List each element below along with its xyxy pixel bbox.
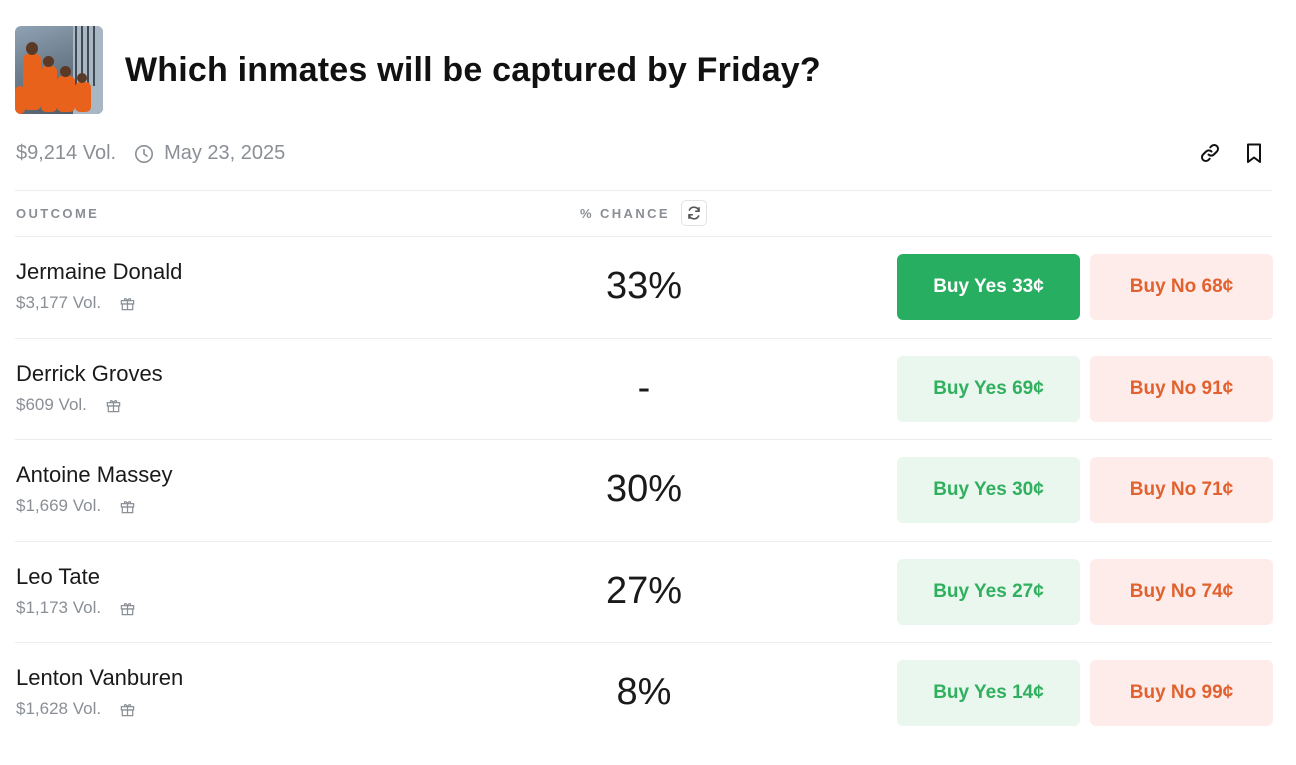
chance-column-header: % CHANCE <box>580 206 670 221</box>
outcome-name: Antoine Massey <box>16 462 173 487</box>
outcome-column-header: OUTCOME <box>16 206 100 221</box>
buy-no-button[interactable]: Buy No 99¢ <box>1090 660 1273 726</box>
outcome-row: Lenton Vanburen $1,628 Vol. 8% Buy Yes 1… <box>15 643 1273 744</box>
gift-icon[interactable] <box>119 701 136 718</box>
refresh-icon <box>688 206 700 220</box>
buy-yes-button[interactable]: Buy Yes 14¢ <box>897 660 1080 726</box>
divider <box>15 190 1272 191</box>
outcome-chance: 8% <box>616 671 672 713</box>
buy-yes-button[interactable]: Buy Yes 33¢ <box>897 254 1080 320</box>
gift-icon[interactable] <box>119 600 136 617</box>
outcome-volume: $3,177 Vol. <box>16 293 102 312</box>
outcome-volume: $1,669 Vol. <box>16 496 102 515</box>
outcome-volume-wrap: $1,669 Vol. <box>16 496 136 516</box>
outcome-row: Jermaine Donald $3,177 Vol. 33% Buy Yes … <box>15 237 1273 338</box>
outcome-name: Lenton Vanburen <box>16 665 184 690</box>
outcome-name: Leo Tate <box>16 564 101 589</box>
market-actions <box>1198 141 1266 165</box>
link-icon[interactable] <box>1198 141 1222 165</box>
outcome-volume: $609 Vol. <box>16 395 87 414</box>
outcome-volume: $1,628 Vol. <box>16 699 102 718</box>
bookmark-icon[interactable] <box>1242 141 1266 165</box>
outcome-chance: 30% <box>605 468 683 510</box>
buy-no-button[interactable]: Buy No 74¢ <box>1090 559 1273 625</box>
buy-no-button[interactable]: Buy No 68¢ <box>1090 254 1273 320</box>
market-title: Which inmates will be captured by Friday… <box>125 50 821 89</box>
outcome-row: Leo Tate $1,173 Vol. 27% Buy Yes 27¢ Buy… <box>15 542 1273 643</box>
market-end-date: May 23, 2025 <box>164 142 286 164</box>
buy-yes-button[interactable]: Buy Yes 30¢ <box>897 457 1080 523</box>
outcome-chance: 33% <box>605 265 683 307</box>
outcome-volume-wrap: $1,173 Vol. <box>16 598 136 618</box>
buy-no-button[interactable]: Buy No 71¢ <box>1090 457 1273 523</box>
buy-no-button[interactable]: Buy No 91¢ <box>1090 356 1273 422</box>
outcome-name: Jermaine Donald <box>16 259 183 284</box>
market-thumbnail <box>15 26 103 114</box>
gift-icon[interactable] <box>119 498 136 515</box>
outcome-chance: - <box>637 367 651 409</box>
clock-icon <box>135 144 154 163</box>
market-volume: $9,214 Vol. <box>16 142 117 164</box>
outcome-chance: 27% <box>605 570 683 612</box>
market-header: Which inmates will be captured by Friday… <box>15 26 821 114</box>
outcome-volume-wrap: $1,628 Vol. <box>16 699 136 719</box>
outcome-row: Antoine Massey $1,669 Vol. 30% Buy Yes 3… <box>15 440 1273 541</box>
outcome-volume-wrap: $3,177 Vol. <box>16 293 136 313</box>
outcome-volume-wrap: $609 Vol. <box>16 395 122 415</box>
outcome-row: Derrick Groves $609 Vol. - Buy Yes 69¢ B… <box>15 339 1273 440</box>
gift-icon[interactable] <box>119 295 136 312</box>
gift-icon[interactable] <box>105 397 122 414</box>
outcome-name: Derrick Groves <box>16 361 163 386</box>
refresh-button[interactable] <box>681 200 707 226</box>
market-meta: $9,214 Vol. May 23, 2025 <box>16 142 285 165</box>
buy-yes-button[interactable]: Buy Yes 69¢ <box>897 356 1080 422</box>
outcome-volume: $1,173 Vol. <box>16 598 102 617</box>
buy-yes-button[interactable]: Buy Yes 27¢ <box>897 559 1080 625</box>
